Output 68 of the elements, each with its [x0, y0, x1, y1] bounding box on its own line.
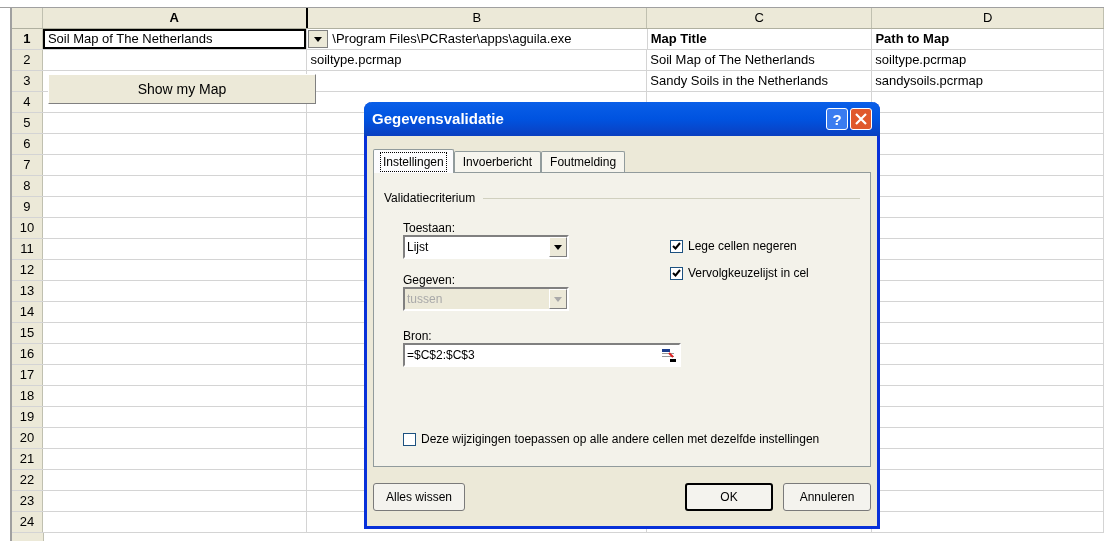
tab[interactable]: Invoerbericht: [453, 151, 542, 172]
row-header[interactable]: 10: [12, 218, 43, 238]
row-header[interactable]: 24: [12, 512, 43, 532]
table-cell-text: Sandy Soils in the Netherlands: [649, 72, 830, 91]
show-map-button[interactable]: Show my Map: [48, 74, 316, 104]
row-header[interactable]: 3: [12, 71, 43, 91]
window-title: Gegevensvalidatie: [372, 108, 505, 129]
row-header[interactable]: 11: [12, 239, 43, 259]
row-header[interactable]: 6: [12, 134, 43, 154]
row-header[interactable]: 19: [12, 407, 43, 427]
row-header[interactable]: 23: [12, 491, 43, 511]
table-cell-text: sandysoils.pcrmap: [874, 72, 984, 91]
group-label: Validatiecriterium: [384, 190, 476, 207]
checkbox-label[interactable]: Deze wijzigingen toepassen op alle andere cellen met dezelfde instellingen: [403, 430, 860, 448]
dialog-button[interactable]: Alles wissen: [373, 483, 465, 511]
row-header[interactable]: 21: [12, 449, 43, 469]
table-cell-text: Map Title: [649, 30, 708, 49]
checkbox[interactable]: [403, 432, 416, 446]
field-label: Toestaan:: [403, 220, 457, 235]
column-header[interactable]: A: [42, 8, 308, 28]
help-button[interactable]: ?: [826, 108, 848, 130]
tab[interactable]: Instellingen: [373, 149, 454, 173]
row-header[interactable]: 20: [12, 428, 43, 448]
row-header[interactable]: 9: [12, 197, 43, 217]
dialog-button[interactable]: OK: [685, 483, 773, 511]
table-cell: Soil Map of The Netherlands: [42, 29, 307, 49]
row-header[interactable]: 2: [12, 50, 43, 70]
checkbox[interactable]: [670, 266, 683, 280]
column-header[interactable]: B: [307, 8, 648, 28]
table-cell-text: \Program Files\PCRaster\apps\aguila.exe: [331, 30, 573, 49]
row-header[interactable]: 17: [12, 365, 43, 385]
dropdown-arrow-icon: [554, 296, 562, 302]
dropdown-field[interactable]: Lijst: [403, 235, 569, 259]
row-header[interactable]: 5: [12, 113, 43, 133]
table-cell-text: soiltype.pcrmap: [874, 51, 968, 70]
row-header[interactable]: 14: [12, 302, 43, 322]
row-header[interactable]: 13: [12, 281, 43, 301]
field-label: Bron:: [403, 328, 433, 343]
source-field[interactable]: =$C$2:$C$3: [403, 343, 681, 367]
checkmark-icon: [672, 269, 681, 277]
dropdown-arrow-icon: [314, 36, 323, 42]
checkbox-label[interactable]: Vervolgkeuzelijst in cel: [670, 264, 809, 282]
column-header[interactable]: D: [872, 8, 1104, 28]
table-cell-text: Soil Map of The Netherlands: [649, 51, 816, 70]
range-picker-icon: [661, 347, 677, 363]
checkmark-icon: [672, 242, 681, 250]
row-header[interactable]: 18: [12, 386, 43, 406]
row-header[interactable]: 16: [12, 344, 43, 364]
row-header[interactable]: 15: [12, 323, 43, 343]
tab[interactable]: Foutmelding: [541, 151, 626, 172]
row-header[interactable]: 1: [12, 29, 43, 49]
checkbox[interactable]: [670, 239, 683, 253]
close-button[interactable]: [850, 108, 872, 130]
dropdown-button[interactable]: [549, 237, 567, 257]
row-header[interactable]: 8: [12, 176, 43, 196]
row-header[interactable]: 7: [12, 155, 43, 175]
row-header[interactable]: 12: [12, 260, 43, 280]
row-header[interactable]: 22: [12, 470, 43, 490]
field-label: Gegeven:: [403, 272, 457, 287]
column-header[interactable]: C: [647, 8, 873, 28]
close-icon: [855, 113, 867, 125]
dialog-button[interactable]: Annuleren: [783, 483, 871, 511]
row-header[interactable]: 4: [12, 92, 43, 112]
dropdown-arrow-icon: [554, 244, 562, 250]
checkbox-label[interactable]: Lege cellen negeren: [670, 237, 809, 255]
cell-dropdown-button[interactable]: [308, 30, 329, 48]
table-cell-text: Path to Map: [874, 30, 951, 49]
table-cell-text: soiltype.pcrmap: [309, 51, 403, 70]
